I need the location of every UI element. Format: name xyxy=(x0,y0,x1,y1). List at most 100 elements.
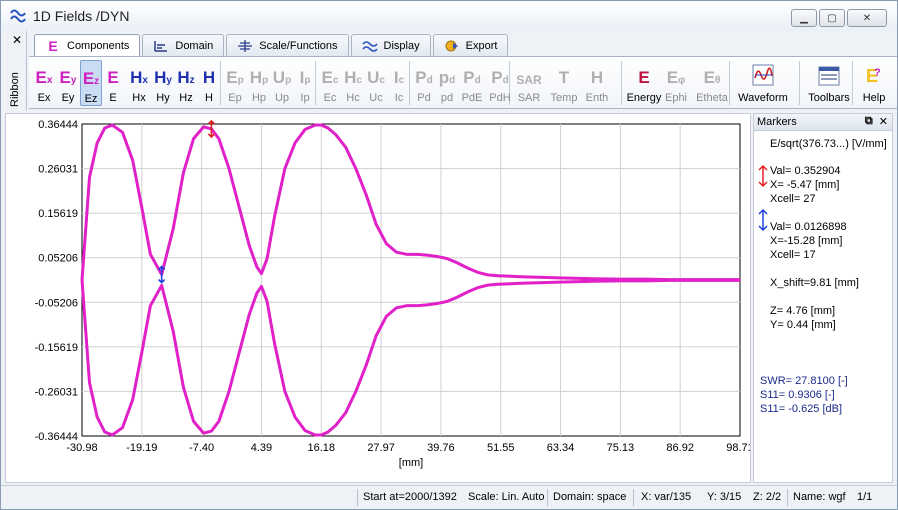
toolbar-button-hc[interactable]: Hc Hc xyxy=(343,60,363,106)
status-start: Start at=2000/1392 xyxy=(363,491,457,503)
toolbar-button-label: Pd xyxy=(417,92,431,104)
markers-header: Markers ⧉ ✕ xyxy=(754,114,892,131)
ribbon-close-icon[interactable]: ✕ xyxy=(12,33,22,47)
status-domain: Domain: space xyxy=(553,491,627,503)
toolbar-button-ip[interactable]: Ip Ip xyxy=(295,60,315,106)
close-button[interactable]: ✕ xyxy=(847,9,887,27)
toolbar-button-label: Hc xyxy=(346,92,360,104)
x-tick-label: 86.92 xyxy=(666,442,694,454)
toolbar-button-ic[interactable]: Ic Ic xyxy=(389,60,409,106)
toolbar-separator xyxy=(409,61,410,105)
x-tick-label: 4.39 xyxy=(251,442,272,454)
domain-icon xyxy=(154,40,168,52)
marker1-val: Val= 0.352904 xyxy=(770,165,841,177)
y-tick-label: -0.26031 xyxy=(35,386,78,398)
toolbar-button-label: Hx xyxy=(132,92,146,104)
toolbar-button-etheta[interactable]: Eθ Etheta xyxy=(695,60,729,106)
status-page: 1/1 xyxy=(857,491,873,503)
markers-panel: Markers ⧉ ✕ E/sqrt(376.73...) [V/mm] Val… xyxy=(753,113,893,483)
y-tick-label: -0.15619 xyxy=(35,342,78,354)
toolbar-button-enth[interactable]: H Enth xyxy=(580,60,614,106)
x-tick-label: 27.97 xyxy=(367,442,395,454)
toolbar-button-hx[interactable]: Hx Hx xyxy=(129,60,149,106)
window-title: 1D Fields /DYN xyxy=(33,8,130,24)
field-plot[interactable]: -30.98 -19.19 -7.40 4.39 16.18 27.97 39.76 51.5… xyxy=(6,114,750,482)
maximize-button[interactable]: ▢ xyxy=(819,9,845,27)
toolbar-button-hy[interactable]: Hy Hy xyxy=(153,60,173,106)
x-tick-label: -19.19 xyxy=(126,442,157,454)
toolbar-button-ep[interactable]: Ep Ep xyxy=(225,60,245,106)
uc-icon: Uc xyxy=(367,68,385,87)
ep-icon: Ep xyxy=(226,68,244,87)
x-tick-label: -30.98 xyxy=(66,442,97,454)
s11-linear: S11= 0.9306 [-] xyxy=(760,389,835,401)
toolbar-button-pd[interactable]: Pd Pd xyxy=(414,60,434,106)
minimize-button[interactable]: ▁ xyxy=(791,9,817,27)
toolbar-button-label: Hz xyxy=(179,92,193,104)
toolbar-button-hz[interactable]: Hz Hz xyxy=(176,60,196,106)
app-icon xyxy=(10,9,26,23)
hz-icon: Hz xyxy=(177,68,195,87)
tab-scale-functions[interactable]: Scale/Functions xyxy=(226,34,349,56)
toolbar-button-hp[interactable]: Hp Hp xyxy=(249,60,269,106)
toolbar-button-h[interactable]: HH xyxy=(200,60,218,106)
export-icon xyxy=(445,40,458,51)
ic-icon: Ic xyxy=(393,68,405,87)
toolbar-button-temp[interactable]: T Temp xyxy=(547,60,581,106)
y-tick-label: -0.05206 xyxy=(35,297,78,309)
y-tick-label: 0.05206 xyxy=(38,253,78,265)
toolbar-button-up[interactable]: Up Up xyxy=(272,60,292,106)
marker2-x: X=-15.28 [mm] xyxy=(770,235,843,247)
markers-close-icon[interactable]: ✕ xyxy=(879,115,888,128)
marker1-icon xyxy=(758,164,768,188)
status-name: Name: wgf xyxy=(793,491,846,503)
toolbar-button-sar[interactable]: SAR SAR xyxy=(515,60,543,106)
scale-icon xyxy=(238,39,253,52)
e-icon: E xyxy=(107,68,119,87)
toolbar-button-label: Ez xyxy=(84,93,98,105)
toolbar-button-pdh[interactable]: Pd PdH xyxy=(487,60,513,106)
marker2-icon xyxy=(758,208,768,232)
toolbar-button-ec[interactable]: Ec Ec xyxy=(320,60,340,106)
toolbar-button-pde[interactable]: Pd PdE xyxy=(461,60,483,106)
hc-icon: Hc xyxy=(344,68,362,87)
toolbar-button-label: PdH xyxy=(489,92,511,104)
toolbar-button-ephi[interactable]: Eφ Ephi xyxy=(662,60,690,106)
toolbar-button-label: PdE xyxy=(461,92,483,104)
toolbar-button-label: SAR xyxy=(517,92,541,104)
toolbar-button-label: E xyxy=(109,92,117,104)
toolbar-button-pd[interactable]: p d pd xyxy=(437,60,457,106)
toolbar-button-waveform[interactable]: Waveform xyxy=(736,60,790,106)
s11-db: S11= -0.625 [dB] xyxy=(760,403,843,415)
tab-components[interactable]: E Components xyxy=(34,34,141,57)
toolbar-button-ez[interactable]: Ez Ez xyxy=(80,60,102,106)
toolbar-button-label: Ex xyxy=(37,92,51,104)
h-icon: H xyxy=(202,68,216,87)
float-icon[interactable]: ⧉ xyxy=(865,115,873,128)
toolbar-button-energy[interactable]: E Energy xyxy=(625,60,663,106)
ribbon-label[interactable]: Ribbon xyxy=(9,72,21,107)
toolbar-button-label: Ep xyxy=(228,92,242,104)
toolbar-button-uc[interactable]: Uc Uc xyxy=(366,60,386,106)
tab-export[interactable]: Export xyxy=(432,34,509,56)
tab-domain[interactable]: Domain xyxy=(142,34,225,56)
toolbar-button-e[interactable]: EE xyxy=(105,60,121,106)
tab-display[interactable]: Display xyxy=(350,34,431,56)
toolbar-button-label: Help xyxy=(862,92,886,104)
marker2-val: Val= 0.0126898 xyxy=(770,221,847,233)
toolbar-button-ex[interactable]: Ex Ex xyxy=(34,60,54,106)
ec-icon: Ec xyxy=(321,68,339,87)
toolbar-button-label: Hy xyxy=(156,92,170,104)
toolbar-button-help[interactable]: E? Help xyxy=(859,60,889,106)
sar-icon: SAR xyxy=(516,73,542,87)
toolbar-button-toolbars[interactable]: Toolbars xyxy=(805,60,853,106)
hx-icon: Hx xyxy=(130,68,148,87)
toolbar-button-label: Up xyxy=(274,92,290,104)
toolbar-button-label: Enth xyxy=(585,92,609,104)
ez-icon: Ez xyxy=(82,69,100,88)
toolbar-button-ey[interactable]: Ey Ey xyxy=(58,60,78,106)
x-shift: X_shift=9.81 [mm] xyxy=(770,277,859,289)
tab-label: Components xyxy=(67,40,130,52)
y-tick-label: 0.26031 xyxy=(38,164,78,176)
toolbar-button-label: Waveform xyxy=(738,92,788,104)
